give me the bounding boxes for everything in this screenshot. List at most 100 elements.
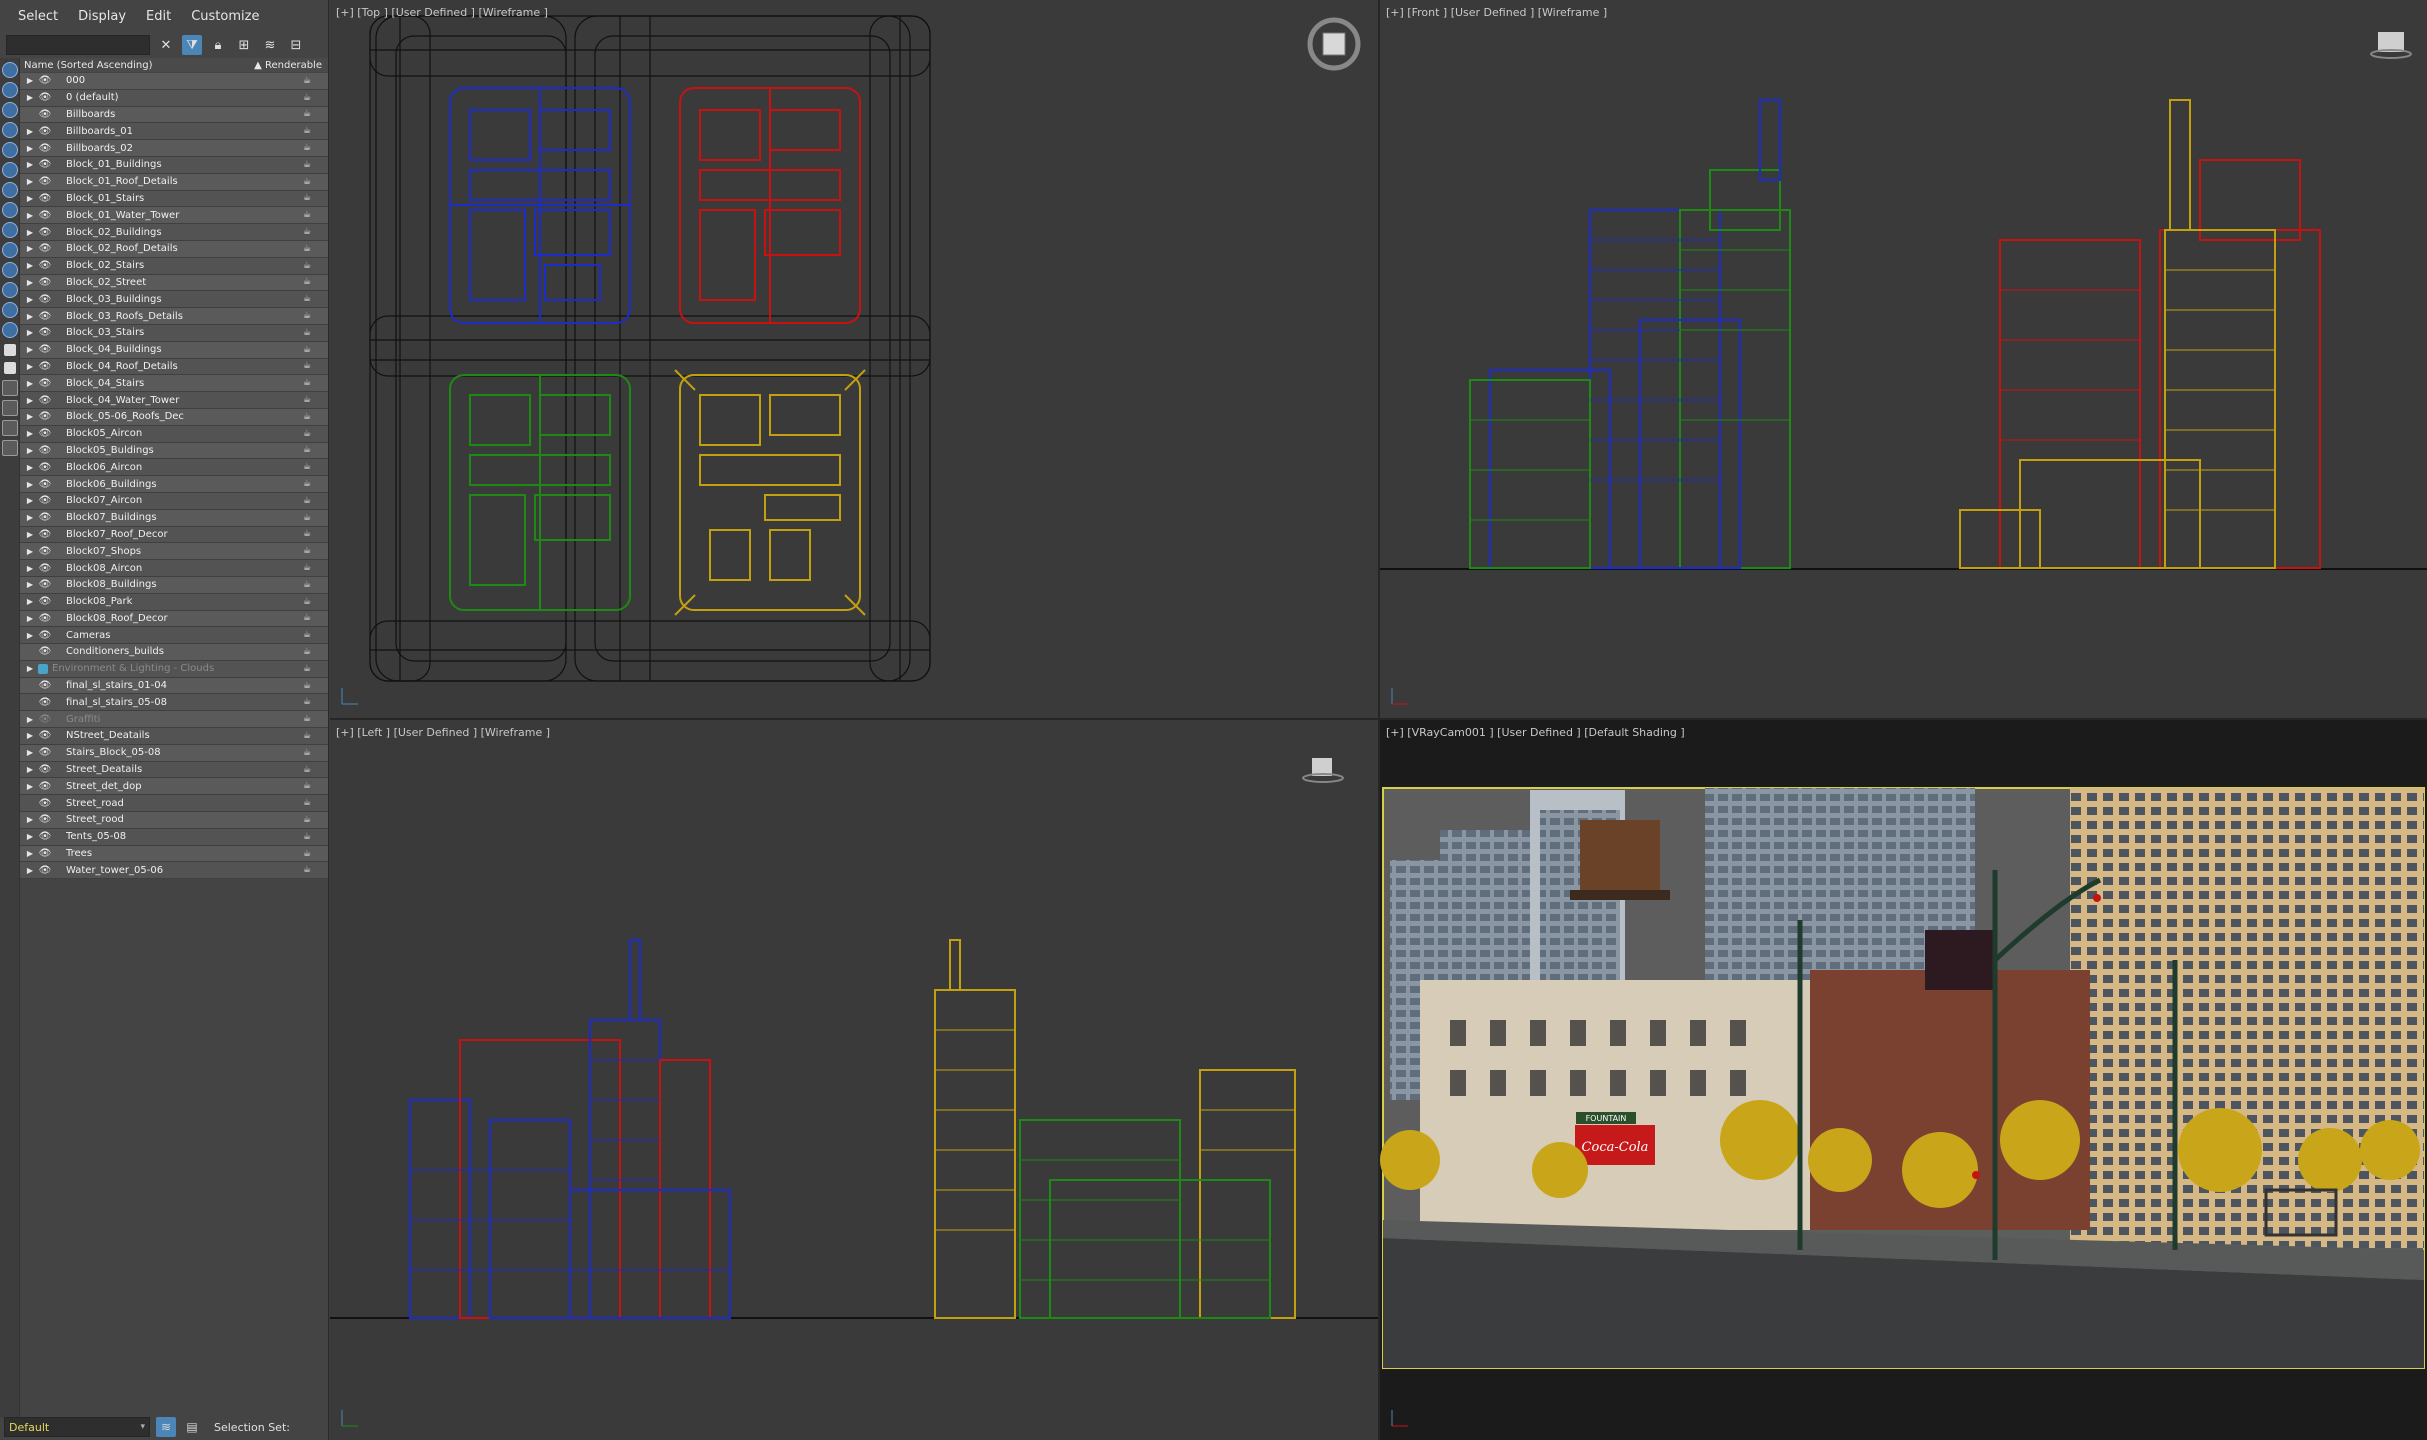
renderable-teapot-icon[interactable]: ☕︎ [300, 177, 314, 187]
visibility-eye-icon[interactable]: 👁︎ [38, 714, 52, 725]
xrefs-filter-icon[interactable] [2, 202, 18, 218]
all-filter-icon[interactable] [2, 322, 18, 338]
layer-row[interactable]: ▶ 👁︎ Block_03_Buildings ☕︎ [20, 291, 328, 309]
expand-arrow-icon[interactable]: ▶ [24, 396, 36, 405]
column-name-header[interactable]: Name (Sorted Ascending) [24, 60, 153, 71]
viewport-top[interactable]: [+] [Top ] [User Defined ] [Wireframe ] [330, 0, 1378, 718]
layer-row[interactable]: ▶ 👁︎ 0 (default) ☕︎ [20, 89, 328, 107]
layer-row[interactable]: ▶ 👁︎ Block_01_Buildings ☕︎ [20, 156, 328, 174]
menu-display[interactable]: Display [70, 5, 134, 28]
viewcube-icon[interactable] [1306, 16, 1362, 72]
visibility-eye-icon[interactable]: 👁︎ [38, 613, 52, 624]
expand-arrow-icon[interactable]: ▶ [24, 715, 36, 724]
visibility-eye-icon[interactable]: 👁︎ [38, 546, 52, 557]
viewcube-icon[interactable] [2370, 24, 2416, 64]
menu-select[interactable]: Select [10, 5, 66, 28]
renderable-teapot-icon[interactable]: ☕︎ [300, 865, 314, 875]
layer-row[interactable]: ▶ 👁︎ Block_03_Roofs_Details ☕︎ [20, 308, 328, 325]
add-to-layer-icon[interactable]: ⊟ [286, 35, 306, 55]
layer-row[interactable]: ▶ 👁︎ Block_03_Stairs ☕︎ [20, 324, 328, 342]
renderable-teapot-icon[interactable]: ☕︎ [300, 210, 314, 220]
select-all-icon[interactable] [4, 344, 16, 356]
expand-arrow-icon[interactable]: ▶ [24, 244, 36, 253]
cameras-filter-icon[interactable] [2, 122, 18, 138]
layer-row[interactable]: ▶ 👁︎ Block08_Park ☕︎ [20, 593, 328, 611]
renderable-teapot-icon[interactable]: ☕︎ [300, 311, 314, 321]
renderable-teapot-icon[interactable]: ☕︎ [300, 580, 314, 590]
renderable-teapot-icon[interactable]: ☕︎ [300, 160, 314, 170]
layer-row[interactable]: ▶ 👁︎ Block07_Aircon ☕︎ [20, 492, 328, 510]
renderable-teapot-icon[interactable]: ☕︎ [300, 496, 314, 506]
visibility-eye-icon[interactable]: 👁︎ [38, 411, 52, 422]
visibility-eye-icon[interactable]: 👁︎ [38, 479, 52, 490]
layer-row[interactable]: 👁︎ final_sl_stairs_01-04 ☕︎ [20, 677, 328, 695]
layer-row[interactable]: ▶ 👁︎ Block08_Buildings ☕︎ [20, 576, 328, 594]
hidden-filter-icon[interactable] [2, 282, 18, 298]
layer-row[interactable]: ▶ 👁︎ Block_05-06_Roofs_Dec ☕︎ [20, 408, 328, 426]
viewport-left-label[interactable]: [+] [Left ] [User Defined ] [Wireframe ] [336, 726, 550, 739]
expand-arrow-icon[interactable]: ▶ [24, 379, 36, 388]
expand-arrow-icon[interactable]: ▶ [24, 480, 36, 489]
geometry-filter-icon[interactable] [2, 62, 18, 78]
visibility-eye-icon[interactable]: 👁︎ [38, 75, 52, 86]
visibility-eye-icon[interactable]: 👁︎ [38, 764, 52, 775]
visibility-eye-icon[interactable]: 👁︎ [38, 294, 52, 305]
expand-arrow-icon[interactable]: ▶ [24, 832, 36, 841]
layer-row[interactable]: 👁︎ final_sl_stairs_05-08 ☕︎ [20, 694, 328, 712]
menu-edit[interactable]: Edit [138, 5, 179, 28]
filter-icon[interactable]: ⧩ [182, 35, 202, 55]
expand-arrow-icon[interactable]: ▶ [24, 328, 36, 337]
layer-row[interactable]: ▶ 👁︎ Block08_Aircon ☕︎ [20, 560, 328, 577]
viewport-front-label[interactable]: [+] [Front ] [User Defined ] [Wireframe … [1386, 6, 1607, 19]
visibility-eye-icon[interactable]: 👁︎ [38, 814, 52, 825]
visibility-eye-icon[interactable]: 👁︎ [38, 277, 52, 288]
renderable-teapot-icon[interactable]: ☕︎ [300, 328, 314, 338]
visibility-eye-icon[interactable]: 👁︎ [38, 143, 52, 154]
viewport-splitter-horizontal[interactable] [330, 718, 2427, 720]
renderable-teapot-icon[interactable]: ☕︎ [300, 294, 314, 304]
visibility-eye-icon[interactable]: 👁︎ [38, 159, 52, 170]
column-renderable-header[interactable]: ▲ Renderable [254, 60, 322, 71]
renderable-teapot-icon[interactable]: ☕︎ [300, 462, 314, 472]
renderable-teapot-icon[interactable]: ☕︎ [300, 681, 314, 691]
layer-row[interactable]: ▶ 👁︎ Stairs_Block_05-08 ☕︎ [20, 744, 328, 762]
layer-row[interactable]: ▶ 👁︎ Block_01_Water_Tower ☕︎ [20, 207, 328, 225]
expand-arrow-icon[interactable]: ▶ [24, 530, 36, 539]
visibility-eye-icon[interactable]: 👁︎ [38, 495, 52, 506]
renderable-teapot-icon[interactable]: ☕︎ [300, 378, 314, 388]
viewport-top-label[interactable]: [+] [Top ] [User Defined ] [Wireframe ] [336, 6, 548, 19]
expand-arrow-icon[interactable]: ▶ [24, 429, 36, 438]
layer-row[interactable]: ▶ 👁︎ Street_rood ☕︎ [20, 812, 328, 829]
visibility-eye-icon[interactable]: 👁︎ [38, 243, 52, 254]
layer-row[interactable]: ▶ 👁︎ Block_04_Water_Tower ☕︎ [20, 392, 328, 409]
renderable-teapot-icon[interactable]: ☕︎ [300, 445, 314, 455]
layer-row[interactable]: ▶ 👁︎ Block08_Roof_Decor ☕︎ [20, 610, 328, 628]
lights-filter-icon[interactable] [2, 102, 18, 118]
visibility-eye-icon[interactable]: 👁︎ [38, 563, 52, 574]
expand-arrow-icon[interactable]: ▶ [24, 513, 36, 522]
viewport-splitter-vertical[interactable] [1378, 0, 1380, 1440]
renderable-teapot-icon[interactable]: ☕︎ [300, 798, 314, 808]
expand-arrow-icon[interactable]: ▶ [24, 597, 36, 606]
expand-arrow-icon[interactable]: ▶ [24, 144, 36, 153]
expand-arrow-icon[interactable]: ▶ [24, 748, 36, 757]
layer-row[interactable]: ▶ 👁︎ Block07_Buildings ☕︎ [20, 509, 328, 527]
renderable-teapot-icon[interactable]: ☕︎ [300, 429, 314, 439]
expand-arrow-icon[interactable]: ▶ [24, 127, 36, 136]
visibility-eye-icon[interactable]: 👁︎ [38, 680, 52, 691]
spacewarps-filter-icon[interactable] [2, 162, 18, 178]
layer-row[interactable]: ▶ 👁︎ Block_01_Roof_Details ☕︎ [20, 173, 328, 191]
search-input[interactable] [6, 35, 150, 55]
renderable-teapot-icon[interactable]: ☕︎ [300, 765, 314, 775]
expand-arrow-icon[interactable]: ▶ [24, 312, 36, 321]
renderable-teapot-icon[interactable]: ☕︎ [300, 597, 314, 607]
layer-row[interactable]: ▶ 👁︎ Block06_Aircon ☕︎ [20, 459, 328, 477]
visibility-eye-icon[interactable]: 👁︎ [38, 630, 52, 641]
layer-row[interactable]: ▶ 👁︎ Block07_Shops ☕︎ [20, 543, 328, 561]
renderable-teapot-icon[interactable]: ☕︎ [300, 781, 314, 791]
renderable-teapot-icon[interactable]: ☕︎ [300, 227, 314, 237]
visibility-eye-icon[interactable]: 👁︎ [38, 646, 52, 657]
renderable-teapot-icon[interactable]: ☕︎ [300, 109, 314, 119]
visibility-eye-icon[interactable]: 👁︎ [38, 781, 52, 792]
expand-arrow-icon[interactable]: ▶ [24, 362, 36, 371]
